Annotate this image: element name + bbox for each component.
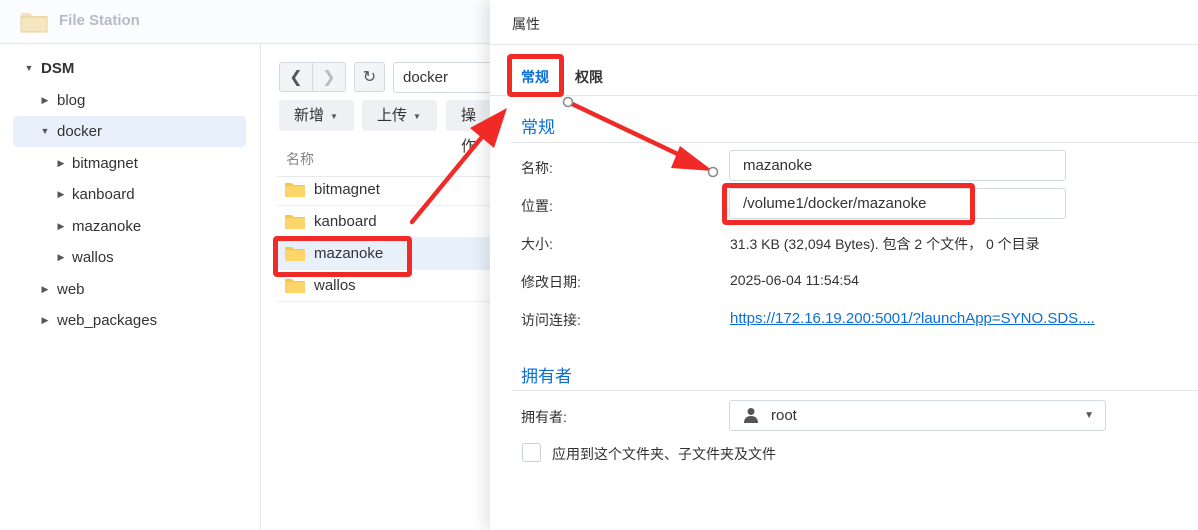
tree-item-label: DSM xyxy=(41,60,75,77)
caret-down-icon[interactable]: ▼ xyxy=(40,116,50,147)
access-link-label: 访问连接: xyxy=(521,312,581,328)
tree-item-mazanoke[interactable]: ▶ mazanoke xyxy=(20,211,245,242)
dropdown-arrow-icon: ▼ xyxy=(330,111,338,121)
tree-item-label: bitmagnet xyxy=(72,155,138,172)
caret-right-icon[interactable]: ▶ xyxy=(40,85,50,116)
annotation-box-file xyxy=(273,236,412,277)
file-name: bitmagnet xyxy=(314,181,380,198)
owner-value: root xyxy=(771,407,797,424)
annotation-box-tab xyxy=(507,54,564,97)
dropdown-arrow-icon: ▼ xyxy=(413,111,421,121)
new-button-label: 新增 xyxy=(294,107,325,124)
divider xyxy=(512,390,1198,391)
caret-right-icon[interactable]: ▶ xyxy=(56,242,66,273)
refresh-button[interactable]: ↻ xyxy=(354,62,385,92)
tree-item-label: kanboard xyxy=(72,186,135,203)
caret-right-icon[interactable]: ▶ xyxy=(40,305,50,336)
tree-item-blog[interactable]: ▶ blog xyxy=(20,85,245,116)
tab-permissions[interactable]: 权限 xyxy=(575,67,603,87)
properties-dialog: 属性 常规 权限 常规 名称: mazanoke 位置: /volume1/do… xyxy=(490,0,1198,530)
folder-app-icon xyxy=(20,13,48,33)
annotation-box-location xyxy=(722,183,975,225)
tree-item-dsm[interactable]: ▼ DSM xyxy=(20,53,245,84)
chevron-left-icon: ❮ xyxy=(289,69,303,86)
folder-icon xyxy=(285,279,305,293)
forward-button[interactable]: ❯ xyxy=(312,62,346,92)
divider xyxy=(490,44,1198,45)
app-titlebar: File Station xyxy=(0,0,490,44)
modified-date-value: 2025-06-04 11:54:54 xyxy=(730,272,859,288)
upload-button-label: 上传 xyxy=(377,107,408,124)
folder-icon xyxy=(285,183,305,197)
divider xyxy=(512,142,1198,143)
app-title: File Station xyxy=(59,12,140,29)
tree-item-docker[interactable]: ▼ docker xyxy=(13,116,246,147)
dropdown-arrow-icon[interactable]: ▼ xyxy=(1084,401,1094,430)
caret-down-icon[interactable]: ▼ xyxy=(24,53,34,84)
caret-right-icon[interactable]: ▶ xyxy=(40,274,50,305)
caret-right-icon[interactable]: ▶ xyxy=(56,211,66,242)
apply-recursive-label: 应用到这个文件夹、子文件夹及文件 xyxy=(552,446,776,462)
file-list-pane: ❮ ❯ ↻ docker 新增 ▼ 上传 ▼ 操作 名称 bitmagnet kan… xyxy=(261,44,513,530)
upload-button[interactable]: 上传 ▼ xyxy=(362,100,437,131)
caret-right-icon[interactable]: ▶ xyxy=(56,179,66,210)
folder-icon xyxy=(285,215,305,229)
tree-item-web[interactable]: ▶ web xyxy=(20,274,245,305)
size-label: 大小: xyxy=(521,236,553,252)
name-field[interactable]: mazanoke xyxy=(729,150,1066,181)
access-link[interactable]: https://172.16.19.200:5001/?launchApp=SY… xyxy=(730,310,1095,327)
owner-label: 拥有者: xyxy=(521,409,567,425)
file-row[interactable]: bitmagnet xyxy=(277,174,490,206)
tree-item-kanboard[interactable]: ▶ kanboard xyxy=(20,179,245,210)
caret-right-icon[interactable]: ▶ xyxy=(56,148,66,179)
owner-select[interactable]: root ▼ xyxy=(729,400,1106,431)
section-title-general: 常规 xyxy=(521,118,555,137)
modified-date-label: 修改日期: xyxy=(521,274,581,290)
tree-item-label: blog xyxy=(57,92,86,109)
chevron-right-icon: ❯ xyxy=(322,69,336,86)
folder-tree: ▼ DSM ▶ blog ▼ docker ▶ bitmagnet ▶ kanb… xyxy=(0,44,261,530)
file-row[interactable]: kanboard xyxy=(277,206,490,238)
column-header-name[interactable]: 名称 xyxy=(286,149,314,169)
tree-item-wallos[interactable]: ▶ wallos xyxy=(20,242,245,273)
section-title-owner: 拥有者 xyxy=(521,367,572,386)
tree-item-label: docker xyxy=(57,123,103,140)
back-button[interactable]: ❮ xyxy=(279,62,313,92)
tree-item-label: wallos xyxy=(72,249,114,266)
tree-item-label: mazanoke xyxy=(72,218,142,235)
new-button[interactable]: 新增 ▼ xyxy=(279,100,354,131)
size-value: 31.3 KB (32,094 Bytes). 包含 2 个文件， 0 个目录 xyxy=(730,236,1040,252)
tree-item-bitmagnet[interactable]: ▶ bitmagnet xyxy=(20,148,245,179)
name-label: 名称: xyxy=(521,160,553,176)
tree-item-web-packages[interactable]: ▶ web_packages xyxy=(20,305,245,336)
location-label: 位置: xyxy=(521,198,553,214)
tree-item-label: web xyxy=(57,281,85,298)
apply-recursive-checkbox[interactable] xyxy=(522,443,541,462)
tree-item-label: web_packages xyxy=(57,312,158,329)
file-name: kanboard xyxy=(314,213,377,230)
action-button[interactable]: 操作 xyxy=(446,100,490,155)
refresh-icon: ↻ xyxy=(362,69,377,86)
dialog-title: 属性 xyxy=(512,16,540,32)
action-button-label: 操作 xyxy=(461,107,477,155)
divider xyxy=(490,95,1198,96)
user-icon xyxy=(744,408,758,423)
